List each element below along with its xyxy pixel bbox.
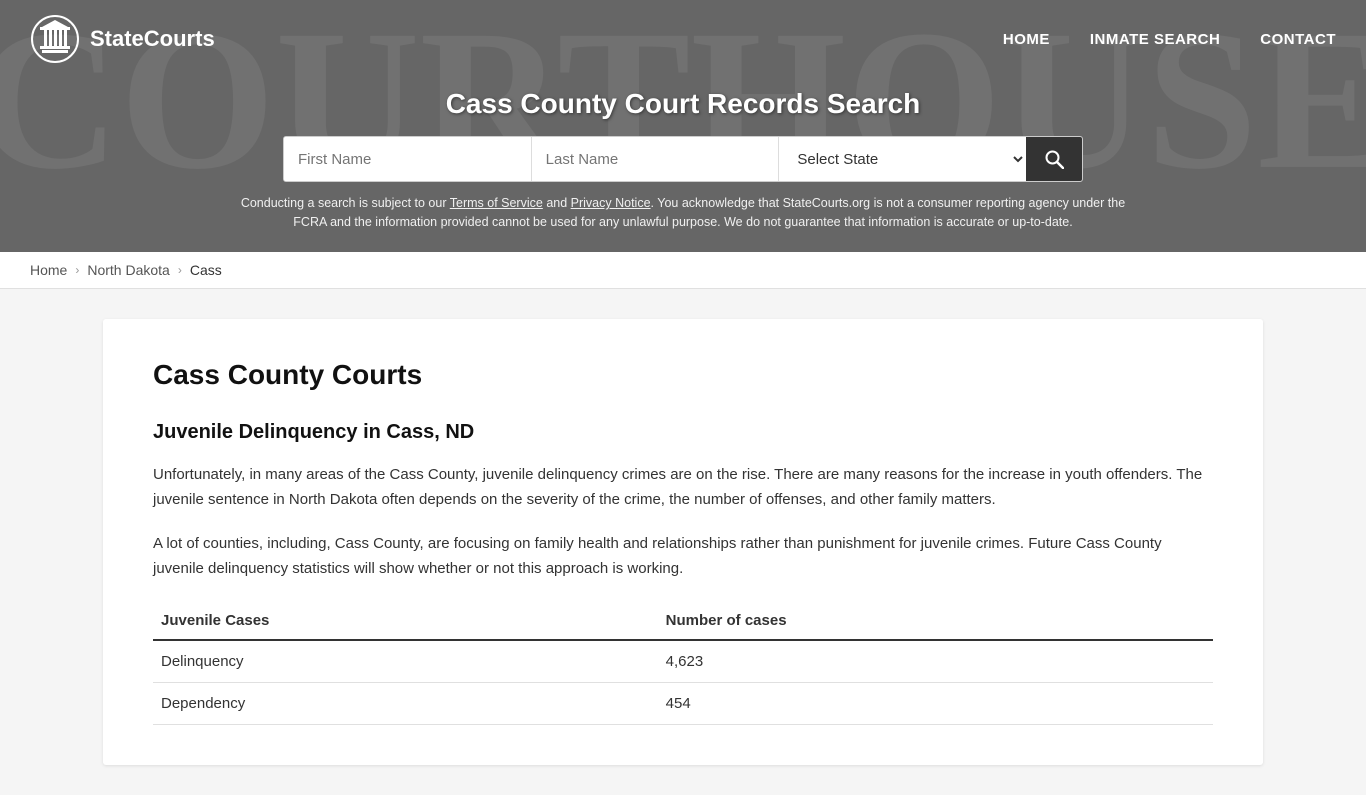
case-type-cell: Delinquency xyxy=(153,640,658,683)
breadcrumb-chevron-1: › xyxy=(75,263,79,277)
paragraph-2: A lot of counties, including, Cass Count… xyxy=(153,531,1213,582)
breadcrumb-chevron-2: › xyxy=(178,263,182,277)
paragraph-1: Unfortunately, in many areas of the Cass… xyxy=(153,462,1213,513)
search-button[interactable] xyxy=(1026,137,1082,181)
last-name-input[interactable] xyxy=(531,137,779,181)
table-row: Dependency454 xyxy=(153,682,1213,724)
privacy-link[interactable]: Privacy Notice xyxy=(571,196,651,210)
breadcrumb-home[interactable]: Home xyxy=(30,262,67,278)
state-select[interactable]: Select StateAlabamaAlaskaArizonaArkansas… xyxy=(778,137,1026,181)
disclaimer-prefix: Conducting a search is subject to our xyxy=(241,196,450,210)
page-title: Cass County Court Records Search xyxy=(20,88,1346,120)
search-bar: Select StateAlabamaAlaskaArizonaArkansas… xyxy=(283,136,1083,182)
logo-icon xyxy=(30,14,80,64)
first-name-input[interactable] xyxy=(284,137,531,181)
section-title: Juvenile Delinquency in Cass, ND xyxy=(153,421,1213,444)
terms-link[interactable]: Terms of Service xyxy=(450,196,543,210)
disclaimer-and: and xyxy=(543,196,571,210)
col-juvenile-cases: Juvenile Cases xyxy=(153,602,658,640)
nav-home[interactable]: HOME xyxy=(1003,31,1050,48)
case-count-cell: 454 xyxy=(658,682,1213,724)
main-content: Cass County Courts Juvenile Delinquency … xyxy=(103,319,1263,765)
case-count-cell: 4,623 xyxy=(658,640,1213,683)
breadcrumb-county: Cass xyxy=(190,262,222,278)
table-body: Delinquency4,623Dependency454 xyxy=(153,640,1213,725)
logo-text: StateCourts xyxy=(90,26,215,52)
breadcrumb-state[interactable]: North Dakota xyxy=(87,262,169,278)
navbar: StateCourts HOME INMATE SEARCH CONTACT xyxy=(0,0,1366,78)
case-type-cell: Dependency xyxy=(153,682,658,724)
main-content-wrapper: Cass County Courts Juvenile Delinquency … xyxy=(0,319,1366,765)
breadcrumb: Home › North Dakota › Cass xyxy=(0,252,1366,289)
table-head: Juvenile Cases Number of cases xyxy=(153,602,1213,640)
site-header: StateCourts HOME INMATE SEARCH CONTACT C… xyxy=(0,0,1366,252)
search-section: Cass County Court Records Search Select … xyxy=(0,78,1366,252)
col-number-of-cases: Number of cases xyxy=(658,602,1213,640)
juvenile-cases-table: Juvenile Cases Number of cases Delinquen… xyxy=(153,602,1213,725)
county-title: Cass County Courts xyxy=(153,359,1213,391)
disclaimer: Conducting a search is subject to our Te… xyxy=(233,194,1133,232)
nav-links: HOME INMATE SEARCH CONTACT xyxy=(1003,31,1336,48)
site-logo[interactable]: StateCourts xyxy=(30,14,215,64)
table-header-row: Juvenile Cases Number of cases xyxy=(153,602,1213,640)
search-icon xyxy=(1044,149,1064,169)
table-row: Delinquency4,623 xyxy=(153,640,1213,683)
nav-contact[interactable]: CONTACT xyxy=(1260,31,1336,48)
nav-inmate-search[interactable]: INMATE SEARCH xyxy=(1090,31,1220,48)
